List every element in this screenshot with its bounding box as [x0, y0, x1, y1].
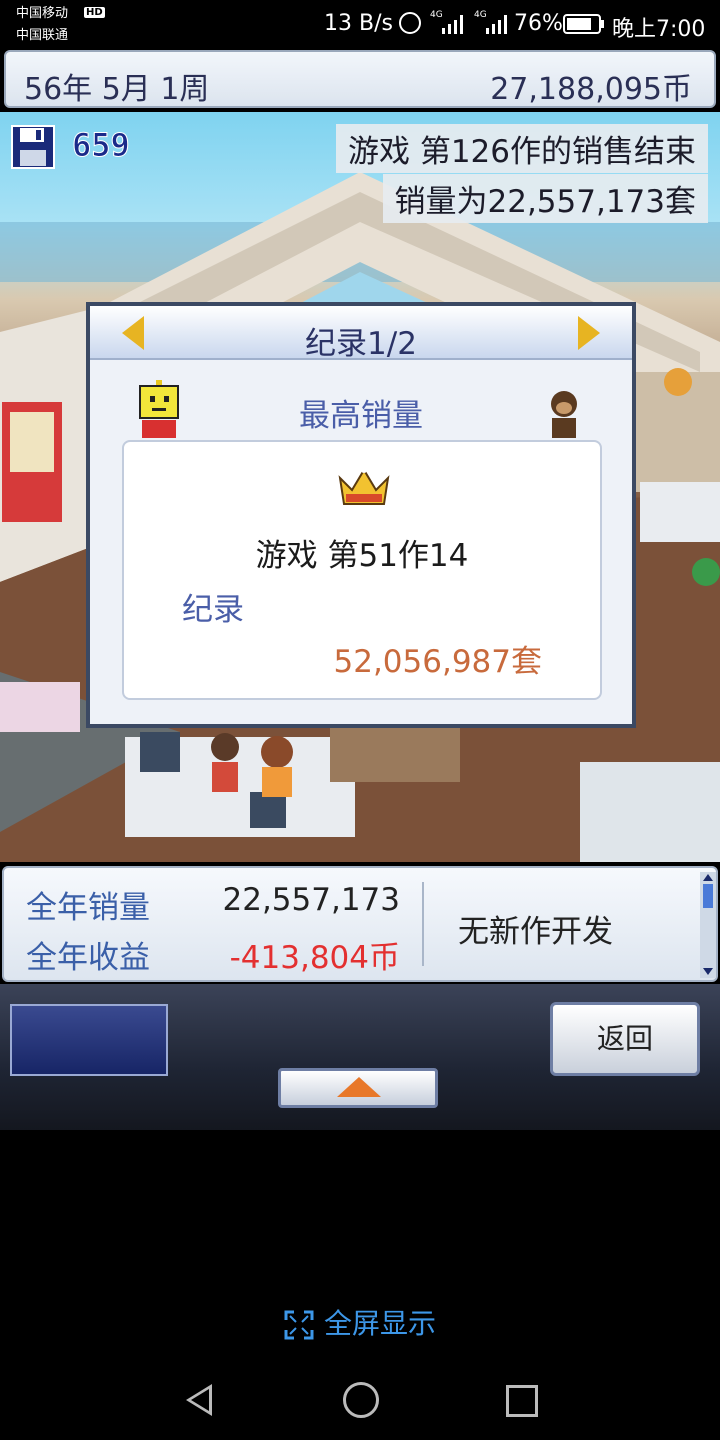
annual-sales-value: 22,557,173 [222, 882, 401, 918]
status-bar: 中国移动 HD 中国联通 13 B/s 4G 4G 76% 晚上7:00 [0, 0, 720, 48]
dialog-title: 纪录1/2 [305, 326, 417, 362]
signal-icon-1 [442, 15, 463, 34]
battery-percent: 76% [514, 11, 563, 36]
save-count: 659 [72, 126, 131, 165]
fullscreen-toggle[interactable]: 全屏显示 [0, 1302, 720, 1342]
development-status: 无新作开发 [458, 914, 613, 950]
battery-icon [563, 14, 604, 34]
dialog-title-bar: 纪录1/2 [90, 306, 632, 362]
nav-home-icon[interactable] [343, 1382, 379, 1418]
record-label: 纪录 [182, 592, 244, 628]
clock: 晚上7:00 [612, 17, 706, 42]
scroll-thumb[interactable] [703, 884, 713, 908]
news-line-2: 销量为22,557,173套 [382, 174, 708, 223]
carrier-1: 中国移动 [16, 6, 69, 21]
nav-recents-icon[interactable] [506, 1385, 538, 1417]
fullscreen-label: 全屏显示 [323, 1307, 436, 1340]
scroll-up-icon[interactable] [703, 874, 713, 881]
next-arrow-icon[interactable] [578, 316, 600, 350]
carrier-2: 中国联通 [16, 28, 69, 43]
annual-sales-label: 全年销量 [26, 890, 150, 926]
nav-back-icon-inner [191, 1389, 209, 1411]
signal-icon-2 [486, 15, 507, 34]
back-button[interactable]: 返回 [550, 1002, 700, 1076]
news-line-1: 游戏 第126作的销售结束 [335, 124, 708, 173]
record-card: 游戏 第51作14 纪录 52,056,987套 [122, 440, 602, 700]
scroll-down-icon[interactable] [703, 968, 713, 975]
annual-stats-panel: 全年销量 22,557,173 全年收益 -413,804币 无新作开发 [2, 866, 718, 982]
record-dialog: 纪录1/2 最高销量 游戏 第51作14 纪录 52,056,987套 [86, 302, 636, 728]
annual-revenue-value: -413,804币 [229, 940, 400, 976]
game-title: 游戏 第51作14 [255, 538, 469, 574]
floppy-disk-icon[interactable] [10, 124, 56, 170]
crown-icon [338, 467, 390, 505]
top-info-bar: 56年 5月 1周 27,188,095币 [4, 50, 716, 108]
scrollbar[interactable] [700, 872, 716, 978]
panel-divider [422, 882, 424, 966]
alarm-icon [399, 12, 421, 34]
record-category: 最高销量 [299, 398, 423, 434]
record-value: 52,056,987套 [333, 644, 543, 680]
up-arrow-icon [337, 1077, 381, 1097]
control-bar: 返回 [0, 984, 720, 1130]
funds-display: 27,188,095币 [490, 72, 692, 107]
annual-revenue-label: 全年收益 [26, 940, 150, 976]
fullscreen-icon [284, 1310, 314, 1340]
menu-panel-button[interactable] [10, 1004, 168, 1076]
hd-badge: HD [84, 7, 105, 18]
expand-up-button[interactable] [278, 1068, 438, 1108]
network-speed: 13 B/s [324, 11, 393, 36]
game-date: 56年 5月 1周 [24, 72, 210, 107]
